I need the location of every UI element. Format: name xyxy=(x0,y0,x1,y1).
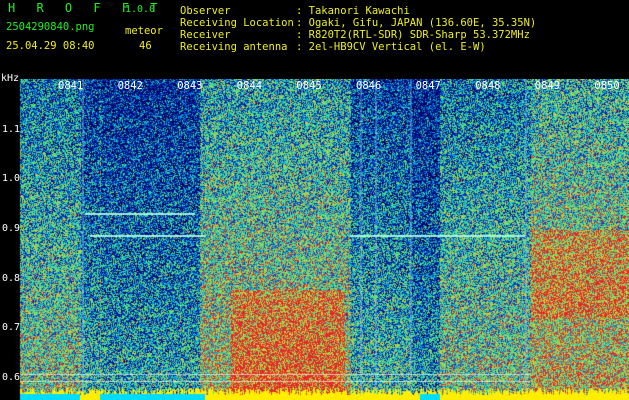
receiver-label: Receiver xyxy=(180,29,231,41)
x-tick-label: 0847 xyxy=(415,80,441,92)
x-tick-label: 0841 xyxy=(58,80,84,92)
x-tick-label: 0850 xyxy=(594,80,620,92)
x-tick-label: 0842 xyxy=(117,80,143,92)
y-tick-label: 0.6 xyxy=(2,372,21,383)
y-axis-unit: kHz xyxy=(1,73,20,84)
y-tick-label: 0.8 xyxy=(2,273,21,284)
antenna-value: : 2el-HB9CV Vertical (el. E-W) xyxy=(296,41,486,53)
app-version: 1.0.0 xyxy=(125,4,156,15)
location-value: : Ogaki, Gifu, JAPAN (136.60E, 35.35N) xyxy=(296,17,537,29)
x-tick-label: 0848 xyxy=(475,80,501,92)
meteor-count: 46 xyxy=(139,40,152,52)
x-tick-label: 0849 xyxy=(534,80,561,92)
date-time: 25.04.29 08:40 xyxy=(6,40,95,52)
location-label: Receiving Location xyxy=(180,17,294,29)
header-panel: H R O F F T 1.0.0 2504290840.png meteor … xyxy=(0,0,629,78)
x-tick-label: 0845 xyxy=(296,80,322,92)
y-tick-label: 0.9 xyxy=(2,223,21,234)
y-tick-label: 0.7 xyxy=(2,322,21,333)
x-tick-label: 0846 xyxy=(356,80,382,92)
x-tick-label: 0844 xyxy=(236,80,263,92)
spectrogram-canvas xyxy=(0,79,629,400)
y-tick-label: 1.0 xyxy=(2,173,21,184)
file-name: 2504290840.png xyxy=(6,21,95,33)
antenna-label: Receiving antenna xyxy=(180,41,288,53)
observer-label: Observer xyxy=(180,5,231,17)
meteor-label: meteor xyxy=(125,25,163,37)
observer-value: : Takanori Kawachi xyxy=(296,5,410,17)
receiver-value: : R820T2(RTL-SDR) SDR-Sharp 53.372MHz xyxy=(296,29,530,41)
x-tick-label: 0843 xyxy=(177,80,203,92)
y-tick-label: 1.1 xyxy=(2,124,21,135)
